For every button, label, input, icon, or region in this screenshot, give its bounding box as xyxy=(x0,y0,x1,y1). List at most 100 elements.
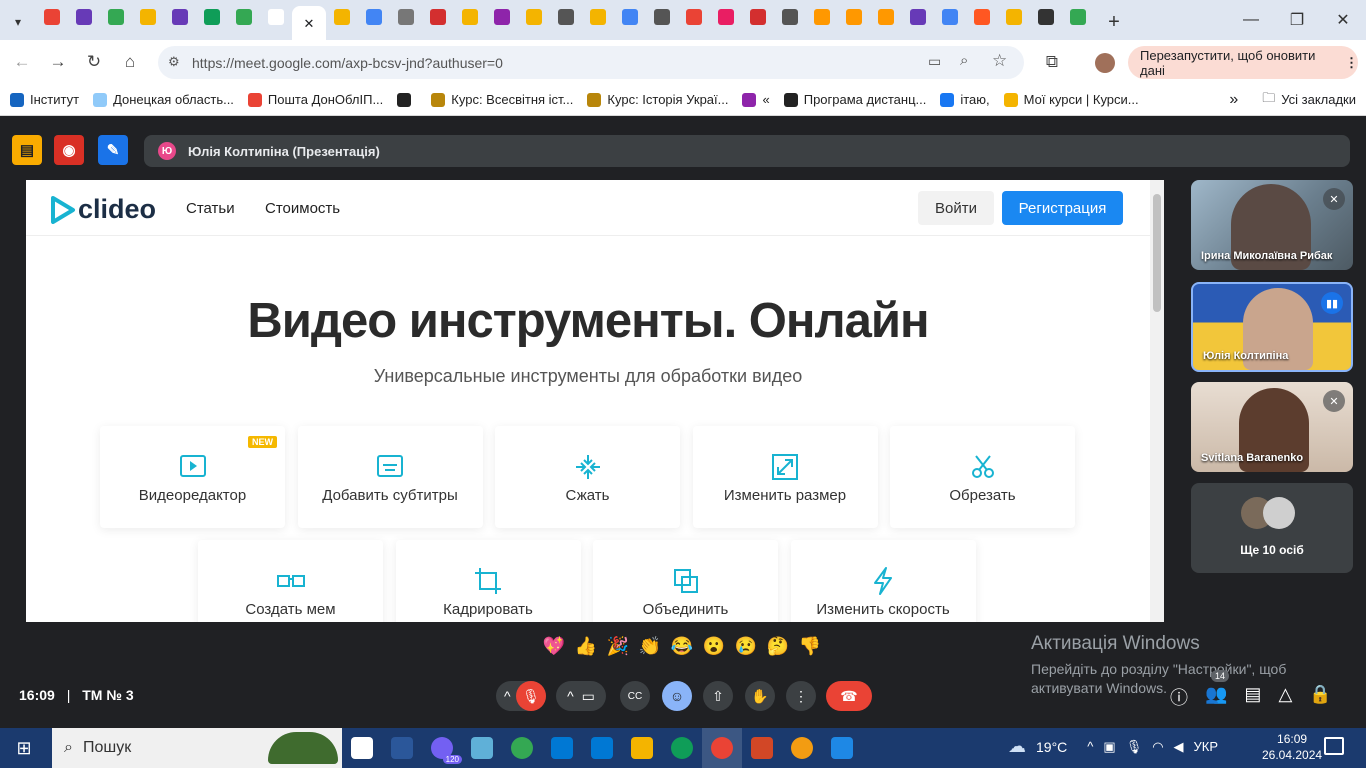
tool-card[interactable]: Создать мем xyxy=(198,540,383,622)
presentation-off-icon[interactable]: ▤ xyxy=(12,135,42,165)
tab[interactable] xyxy=(518,2,550,32)
mic-toggle-button[interactable]: 🎙 xyxy=(516,681,546,711)
tab[interactable] xyxy=(1030,2,1062,32)
tab[interactable] xyxy=(838,2,870,32)
edge-icon[interactable] xyxy=(662,728,702,768)
reaction-emoji[interactable]: 💖 xyxy=(538,636,570,657)
bookmark-item[interactable]: Програма дистанц... xyxy=(783,92,926,107)
tab[interactable] xyxy=(36,2,68,32)
tool-card[interactable]: Видеоредактор NEW xyxy=(100,426,285,528)
paint-icon[interactable] xyxy=(462,728,502,768)
tab[interactable] xyxy=(870,2,902,32)
reload-button[interactable]: ↻ xyxy=(76,44,112,80)
tab[interactable] xyxy=(742,2,774,32)
tool-card[interactable]: Изменить размер xyxy=(692,426,878,528)
address-bar[interactable]: ⚙ https://meet.google.com/axp-bcsv-jnd?a… xyxy=(158,46,1024,79)
tab[interactable] xyxy=(196,2,228,32)
tab[interactable] xyxy=(422,2,454,32)
reaction-emoji[interactable]: 😢 xyxy=(730,636,762,657)
chevron-up-icon[interactable]: ^ xyxy=(1087,739,1093,754)
back-button[interactable]: ← xyxy=(4,44,40,80)
tab[interactable] xyxy=(934,2,966,32)
maximize-button[interactable]: ❐ xyxy=(1274,0,1320,40)
participant-tile[interactable]: ✕ Svitlana Baranenko xyxy=(1191,382,1353,472)
record-icon[interactable]: ◉ xyxy=(54,135,84,165)
present-button[interactable]: ⇧ xyxy=(703,681,733,711)
all-bookmarks-button[interactable]: Усі закладки xyxy=(1281,92,1356,107)
signup-button[interactable]: Регистрация xyxy=(1002,191,1123,225)
tab[interactable] xyxy=(100,2,132,32)
mic-icon[interactable]: 🎙 xyxy=(1126,739,1143,755)
tool-card[interactable]: Обрезать xyxy=(890,426,1075,528)
participant-tile[interactable]: ✕ Ірина Миколаївна Рибак xyxy=(1191,180,1353,270)
chrome-icon[interactable] xyxy=(502,728,542,768)
close-tab-icon[interactable]: ✕ xyxy=(304,16,315,32)
tab[interactable] xyxy=(326,2,358,32)
tab[interactable] xyxy=(1062,2,1094,32)
tool-card[interactable]: Изменить скорость xyxy=(790,540,976,622)
people-icon[interactable]: 👥 14 xyxy=(1205,670,1230,710)
explorer-icon[interactable] xyxy=(622,728,662,768)
emoji-button[interactable]: ☺ xyxy=(662,681,692,711)
tool-card[interactable]: Кадрировать xyxy=(395,540,581,622)
clock[interactable]: 16:09 26.04.2024 xyxy=(1262,731,1322,763)
tab[interactable] xyxy=(966,2,998,32)
nav-pricing[interactable]: Стоимость xyxy=(265,200,340,217)
tool-card[interactable]: Объединить xyxy=(593,540,778,622)
tab-active[interactable]: ✕ xyxy=(292,6,326,42)
tab[interactable] xyxy=(550,2,582,32)
minimize-button[interactable]: — xyxy=(1228,0,1274,40)
language-indicator[interactable]: УКР xyxy=(1194,739,1219,754)
reaction-emoji[interactable]: 👍 xyxy=(570,636,602,657)
tab[interactable] xyxy=(646,2,678,32)
participant-tile-active[interactable]: ▮▮ Юлія Колтипіна xyxy=(1191,282,1353,372)
tab[interactable] xyxy=(806,2,838,32)
close-window-button[interactable]: ✕ xyxy=(1320,0,1366,40)
bookmark-item[interactable]: Інститут xyxy=(10,92,79,107)
task-view-icon[interactable] xyxy=(342,728,382,768)
bookmark-item[interactable]: Курс: Всесвітня іст... xyxy=(431,92,573,107)
menu-icon[interactable]: ⋮ xyxy=(1345,55,1358,71)
tab[interactable] xyxy=(260,2,292,32)
update-button[interactable]: Перезапустити, щоб оновити дані ⋮ xyxy=(1128,46,1358,79)
nav-articles[interactable]: Статьи xyxy=(186,200,235,217)
host-controls-icon[interactable]: 🔒 xyxy=(1309,684,1331,710)
reaction-emoji[interactable]: 👎 xyxy=(794,636,826,657)
reaction-emoji[interactable]: 🤔 xyxy=(762,636,794,657)
tab[interactable] xyxy=(902,2,934,32)
tool-card[interactable]: Добавить субтитры xyxy=(297,426,483,528)
word-icon[interactable] xyxy=(382,728,422,768)
tab[interactable] xyxy=(678,2,710,32)
login-button[interactable]: Войти xyxy=(918,191,994,225)
tab[interactable] xyxy=(486,2,518,32)
tab[interactable] xyxy=(582,2,614,32)
tab[interactable] xyxy=(68,2,100,32)
info-icon[interactable]: ⓘ xyxy=(1170,684,1188,710)
bookmark-item[interactable]: Донецкая область... xyxy=(93,92,234,107)
scrollbar-thumb[interactable] xyxy=(1153,194,1161,312)
camera-icon[interactable]: ▭ xyxy=(928,53,941,70)
raise-hand-button[interactable]: ✋ xyxy=(745,681,775,711)
leave-call-button[interactable]: ☎ xyxy=(826,681,872,711)
profile-avatar[interactable] xyxy=(1095,53,1115,73)
start-button[interactable]: ⊞ xyxy=(0,728,48,768)
tab[interactable] xyxy=(454,2,486,32)
activities-icon[interactable]: △ xyxy=(1278,684,1292,710)
network-icon[interactable]: ▣ xyxy=(1103,739,1115,755)
whiteboard-icon[interactable]: ✎ xyxy=(98,135,128,165)
camera-button[interactable]: ^ ▭ xyxy=(556,681,606,711)
cloud-icon[interactable]: ☁ xyxy=(1008,736,1026,757)
bookmark-item[interactable]: Пошта ДонОблІП... xyxy=(247,92,383,107)
mail-icon[interactable] xyxy=(582,728,622,768)
bookmark-item[interactable] xyxy=(397,92,417,107)
new-tab-button[interactable]: + xyxy=(1098,7,1130,37)
paint-app-icon[interactable] xyxy=(822,728,862,768)
volume-icon[interactable]: ◀ xyxy=(1174,739,1184,755)
store-icon[interactable] xyxy=(542,728,582,768)
bookmark-item[interactable]: « xyxy=(742,92,770,107)
tab[interactable] xyxy=(390,2,422,32)
zoom-icon[interactable]: ⌕ xyxy=(960,52,968,69)
clideo-logo[interactable]: clideo xyxy=(50,194,156,225)
notifications-icon[interactable] xyxy=(1324,737,1344,755)
tab[interactable] xyxy=(774,2,806,32)
